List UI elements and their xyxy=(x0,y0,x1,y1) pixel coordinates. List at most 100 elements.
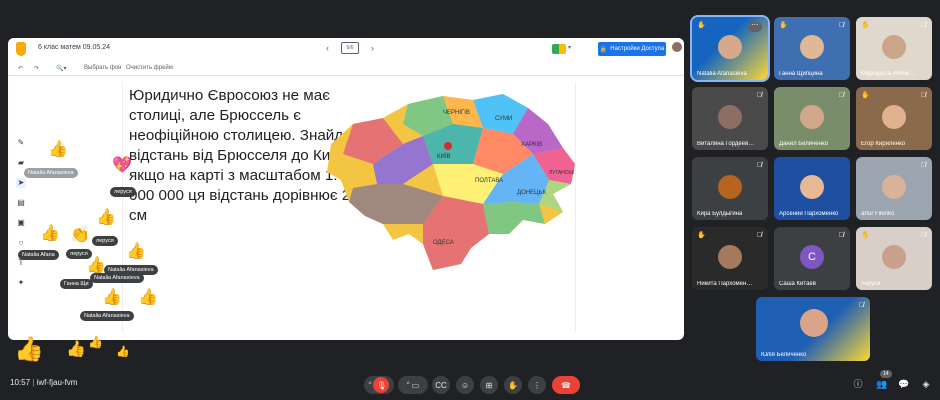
thumbs-up-icon: 👍 xyxy=(88,335,103,349)
thumbs-up-icon: 👍 xyxy=(102,289,122,306)
avatar[interactable] xyxy=(672,42,682,52)
participant-tile[interactable]: 🎙̸ Виталина Гордеев… xyxy=(692,87,768,150)
raised-hand-icon: ✋ xyxy=(861,92,870,99)
participant-name: Никита Пархомен… xyxy=(697,281,753,287)
more-vert-icon: ⋮ xyxy=(533,380,541,390)
participant-tile[interactable]: 🎙̸ С Саша Китаев xyxy=(774,227,850,290)
next-frame-icon[interactable]: › xyxy=(371,43,374,53)
chevron-down-icon[interactable]: ▾ xyxy=(568,44,571,51)
clear-frame-button[interactable]: Очистить фрейм xyxy=(126,65,173,71)
participant-name: Саша Китаев xyxy=(779,281,816,287)
mic-off-icon: 🎙̸ xyxy=(838,232,844,239)
share-button[interactable]: 🔒 Настройки Доступа xyxy=(598,42,666,56)
participant-tile[interactable]: 🎙̸ Данил Беличенко xyxy=(774,87,850,150)
participant-tile[interactable]: 🎙̸ Кира Булдыгина xyxy=(692,157,768,220)
mic-off-icon: 🎙̸ xyxy=(838,92,844,99)
clap-icon: 👏 xyxy=(70,227,90,244)
leave-call-button[interactable]: ☎ xyxy=(552,376,580,394)
mic-off-icon: 🎙 xyxy=(373,377,390,393)
prev-frame-icon[interactable]: ‹ xyxy=(326,43,329,53)
participant-tile[interactable]: ✋ ⋯ Natalia Afanasieva xyxy=(690,15,770,82)
participant-tile[interactable]: ✋ 🎙̸ Егор Кириленко xyxy=(856,87,932,150)
avatar xyxy=(800,35,824,59)
present-icon: ⊞ xyxy=(485,380,493,390)
captions-icon: CC xyxy=(435,380,447,390)
captions-button[interactable]: CC xyxy=(432,376,450,394)
meeting-code: iwf-fjau-fvm xyxy=(36,378,78,387)
participant-tile[interactable]: ✋ 🎙̸ Ганна Щипцина xyxy=(774,17,850,80)
camera-icon: ▭ xyxy=(411,380,420,390)
reaction-name-tag: Natalia Afanasieva xyxy=(24,168,78,178)
map-label: КИЇВ xyxy=(437,153,450,160)
activities-icon[interactable]: ◈ xyxy=(920,378,932,390)
sticky-note-icon[interactable]: ▤ xyxy=(16,198,26,208)
pen-icon[interactable]: ✎ xyxy=(16,138,26,148)
redo-icon[interactable]: ↷ xyxy=(34,65,39,72)
participant-name: Ганна Щипцина xyxy=(779,71,823,77)
participant-tile[interactable]: ✋ 🎙̸ Маргарита Рябче… xyxy=(856,17,932,80)
mic-toggle-button[interactable]: ^ 🎙 xyxy=(364,376,394,394)
drawing-tools: ✎ ▰ ➤ ▤ ▣ ○ T ✦ xyxy=(14,138,28,288)
participant-name: Кира Булдыгина xyxy=(697,211,743,217)
participant-tile[interactable]: Арсений Пархоменко xyxy=(774,157,850,220)
chevron-up-icon: ^ xyxy=(406,382,410,388)
raised-hand-icon: ✋ xyxy=(697,22,706,29)
reaction-name-tag: Ганна Щи xyxy=(60,279,93,289)
participant-name: Юлія Беличенко xyxy=(761,352,807,358)
mic-off-icon: 🎙̸ xyxy=(920,92,926,99)
thumbs-up-icon: 👍 xyxy=(116,346,130,358)
reaction-name-tag: Natalia Afanasieva xyxy=(80,311,134,321)
present-button[interactable]: ⊞ xyxy=(480,376,498,394)
jamboard-frame[interactable]: Юридично Євросоюз не має столиці, але Бр… xyxy=(122,82,576,332)
raise-hand-button[interactable]: ✋ xyxy=(504,376,522,394)
more-options-button[interactable]: ⋮ xyxy=(528,376,546,394)
more-options-icon[interactable]: ⋯ xyxy=(748,22,762,32)
meeting-time: 10:57 xyxy=(10,378,31,387)
jamboard-header: 6 клас матем 09.05.24 ‹ 6/6 › ▾ 🔒 Настрой… xyxy=(8,38,684,60)
map-label: ЧЕРНІГІВ xyxy=(443,110,470,116)
set-background-button[interactable]: Выбрать фон xyxy=(84,65,121,71)
zoom-icon[interactable]: 🔍▾ xyxy=(56,65,66,72)
jamboard-logo-icon xyxy=(16,42,26,56)
avatar xyxy=(800,105,824,129)
participant-tile[interactable]: ✋ 🎙̸ леруся xyxy=(856,227,932,290)
eraser-icon[interactable]: ▰ xyxy=(16,158,26,168)
image-icon[interactable]: ▣ xyxy=(16,218,26,228)
camera-toggle-button[interactable]: ^ ▭ xyxy=(398,376,428,394)
raised-hand-icon: ✋ xyxy=(861,232,870,239)
raised-hand-icon: ✋ xyxy=(779,22,788,29)
emoji-icon: ☺ xyxy=(460,380,470,390)
mic-off-icon: 🎙̸ xyxy=(920,232,926,239)
map-label: ЛУГАНСЬК xyxy=(549,170,575,176)
hand-icon: ✋ xyxy=(508,380,518,390)
meet-icon[interactable] xyxy=(552,44,566,54)
participant-name: Егор Кириленко xyxy=(861,141,906,147)
participant-name: artur Filenko xyxy=(861,211,895,217)
participant-name: Виталина Гордеев… xyxy=(697,141,755,147)
ukraine-map-image: ЧЕРНІГІВ СУМИ ХАРКІВ ЛУГАНСЬК ДОНЕЦЬК ОД… xyxy=(327,94,575,270)
avatar: С xyxy=(800,245,824,269)
frame-thumbnail[interactable]: 6/6 xyxy=(341,42,359,54)
mic-off-icon: 🎙̸ xyxy=(920,22,926,29)
avatar xyxy=(800,309,828,337)
undo-icon[interactable]: ↶ xyxy=(18,65,23,72)
phone-hangup-icon: ☎ xyxy=(561,380,571,390)
laser-icon[interactable]: ✦ xyxy=(16,278,26,288)
participant-tile[interactable]: ✋ 🎙̸ Никита Пархомен… xyxy=(692,227,768,290)
select-icon[interactable]: ➤ xyxy=(16,178,26,188)
mic-off-icon: 🎙̸ xyxy=(756,162,762,169)
participant-tile[interactable]: 🎙̸ artur Filenko xyxy=(856,157,932,220)
reaction-name-tag: Natalia Afana xyxy=(18,250,59,260)
chat-icon[interactable]: 💬 xyxy=(898,378,910,390)
people-icon[interactable]: 👥 xyxy=(876,378,888,390)
reaction-name-tag: леруся xyxy=(92,236,118,246)
thumbs-up-icon: 👍 xyxy=(66,341,86,358)
circle-icon[interactable]: ○ xyxy=(16,238,26,248)
jamboard-title[interactable]: 6 клас матем 09.05.24 xyxy=(38,44,110,51)
map-label: ДОНЕЦЬК xyxy=(517,190,546,196)
avatar xyxy=(718,35,742,59)
info-icon[interactable]: ⓘ xyxy=(852,378,864,390)
emoji-button[interactable]: ☺ xyxy=(456,376,474,394)
map-label: СУМИ xyxy=(495,116,512,122)
self-view-tile[interactable]: 🎙̸ Юлія Беличенко xyxy=(756,297,870,361)
